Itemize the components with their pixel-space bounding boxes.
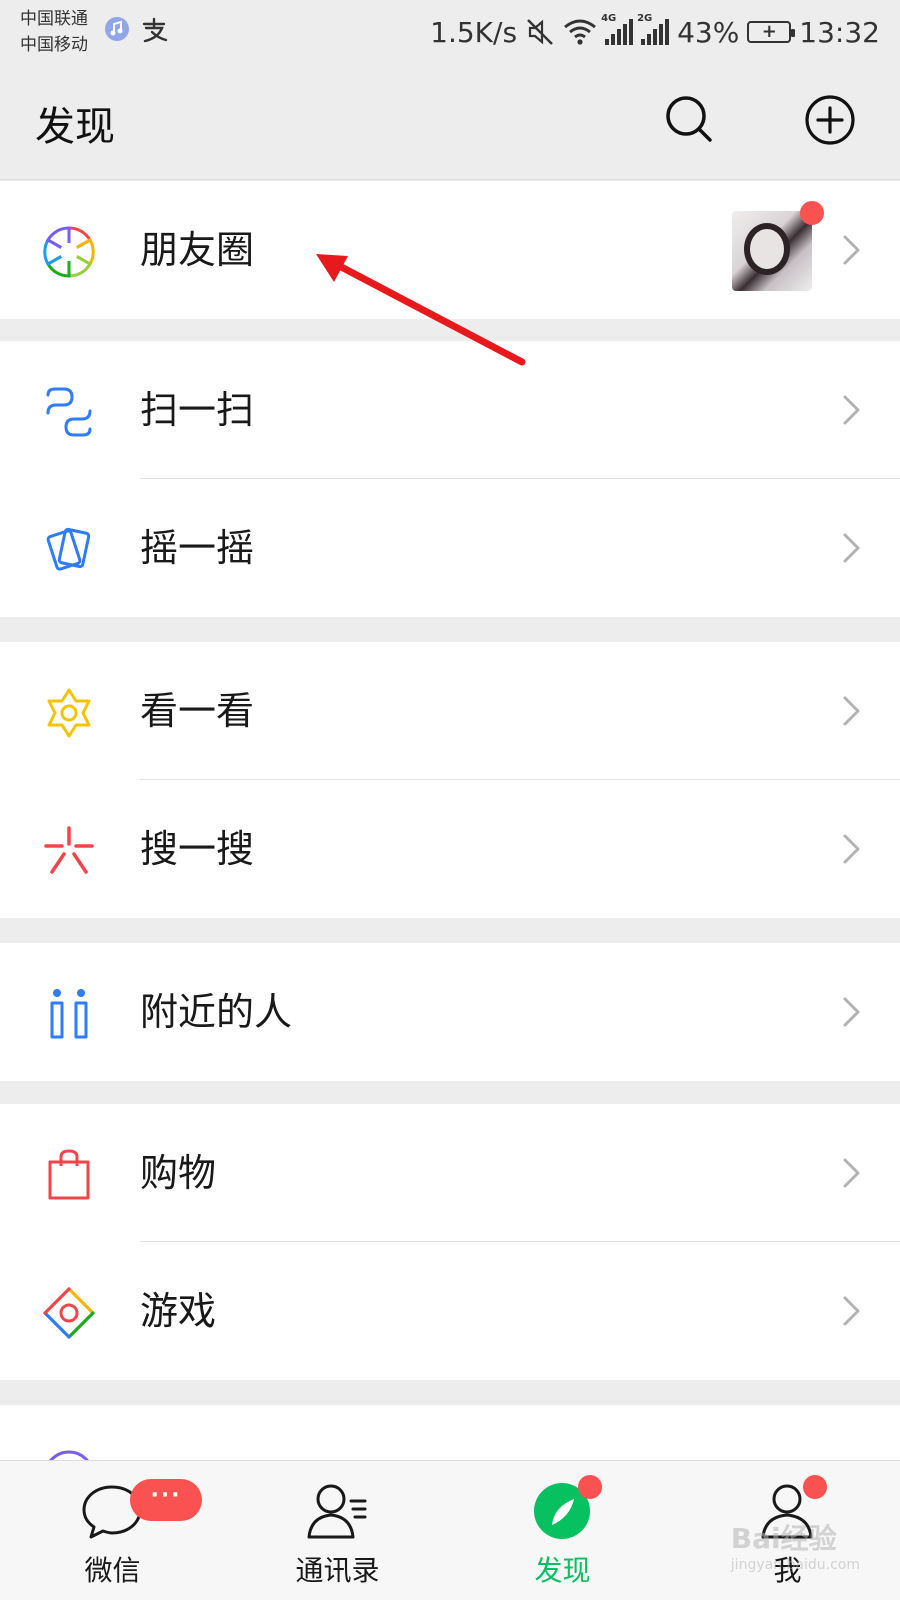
network-type-1: 4G [601, 13, 617, 24]
scan-icon [46, 387, 92, 437]
moments-aperture-icon [43, 226, 95, 278]
chevron-right-icon [843, 235, 860, 265]
tab-discover[interactable]: 发现 [450, 1461, 675, 1600]
unread-dot [578, 1475, 602, 1499]
carrier-1: 中国联通 [20, 9, 88, 29]
group-stories-search: 看一看 搜一搜 [0, 642, 900, 918]
item-label: 扫一扫 [140, 388, 255, 432]
tab-label: 发现 [534, 1554, 591, 1587]
group-nearby: 附近的人 [0, 943, 900, 1081]
carrier-2: 中国移动 [20, 35, 88, 55]
page-title: 发现 [35, 104, 115, 150]
tab-chats[interactable]: ··· 微信 [0, 1461, 225, 1600]
chevron-right-icon [843, 834, 860, 864]
top-stories-icon [47, 688, 91, 738]
list-item-games[interactable]: 游戏 [0, 1242, 900, 1380]
unread-dot [803, 1475, 827, 1499]
unread-dot [800, 201, 824, 225]
list-item-search[interactable]: 搜一搜 [0, 780, 900, 918]
tab-label: 通讯录 [295, 1554, 380, 1587]
chevron-right-icon [843, 696, 860, 726]
clock: 13:32 [799, 15, 880, 49]
plus-circle-icon[interactable] [800, 90, 860, 150]
shopping-bag-icon [48, 1149, 90, 1200]
watermark: Bai经验 jingyan.baidu.com [731, 1517, 860, 1573]
signal-2g-icon: 2G [637, 13, 670, 45]
list-item-people-nearby[interactable]: 附近的人 [0, 943, 900, 1081]
item-label: 购物 [140, 1151, 217, 1195]
carrier-info: 中国联通 中国移动 [20, 6, 88, 58]
status-bar: 中国联通 中国移动 1.5K/s 4G 2G 43% + 13:32 [0, 0, 900, 64]
signal-4g-icon: 4G [601, 13, 634, 45]
search-burst-icon [44, 826, 94, 874]
item-label: 搜一搜 [140, 827, 255, 871]
list-item-shopping[interactable]: 购物 [0, 1104, 900, 1242]
item-label: 看一看 [140, 689, 255, 733]
group-partial [0, 1405, 900, 1460]
chevron-right-icon [843, 395, 860, 425]
chevron-right-icon [843, 997, 860, 1027]
games-icon [43, 1287, 95, 1339]
chevron-right-icon [843, 533, 860, 563]
network-speed: 1.5K/s [430, 15, 518, 49]
annotation-arrow-icon [316, 254, 526, 366]
mute-icon [527, 19, 553, 45]
shake-icon [46, 527, 91, 571]
network-type-2: 2G [637, 13, 653, 24]
tab-contacts[interactable]: 通讯录 [225, 1461, 450, 1600]
list-item-top-stories[interactable]: 看一看 [0, 642, 900, 780]
people-nearby-icon [50, 989, 88, 1039]
music-icon [105, 17, 129, 41]
watermark-url: jingyan.baidu.com [730, 1557, 860, 1573]
mini-programs-icon [49, 1450, 89, 1460]
header: 发现 [0, 64, 900, 180]
contacts-icon [307, 1484, 367, 1539]
item-label: 摇一摇 [140, 526, 255, 570]
list-item-shake[interactable]: 摇一摇 [0, 479, 900, 617]
search-icon[interactable] [660, 90, 720, 150]
chevron-right-icon [843, 1296, 860, 1326]
moments-thumbnail [732, 211, 812, 291]
battery-percent: 43% [677, 15, 740, 49]
unread-badge: ··· [130, 1479, 202, 1521]
item-label: 朋友圈 [140, 228, 255, 272]
battery-icon: + [747, 21, 796, 43]
watermark-brand: Bai经验 [730, 1522, 837, 1555]
alipay-icon [142, 17, 168, 43]
group-scan-shake: 扫一扫 摇一摇 [0, 341, 900, 617]
item-label: 游戏 [140, 1289, 217, 1333]
chevron-right-icon [843, 1158, 860, 1188]
item-label: 附近的人 [140, 990, 293, 1034]
tab-bar: ··· 微信 通讯录 发现 我 Bai经验 jingyan.baidu.com [0, 1460, 900, 1600]
status-right: 1.5K/s 4G 2G 43% + 13:32 [430, 10, 880, 54]
wifi-icon [564, 19, 596, 45]
group-shop-games: 购物 游戏 [0, 1104, 900, 1380]
tab-label: 微信 [84, 1554, 141, 1587]
